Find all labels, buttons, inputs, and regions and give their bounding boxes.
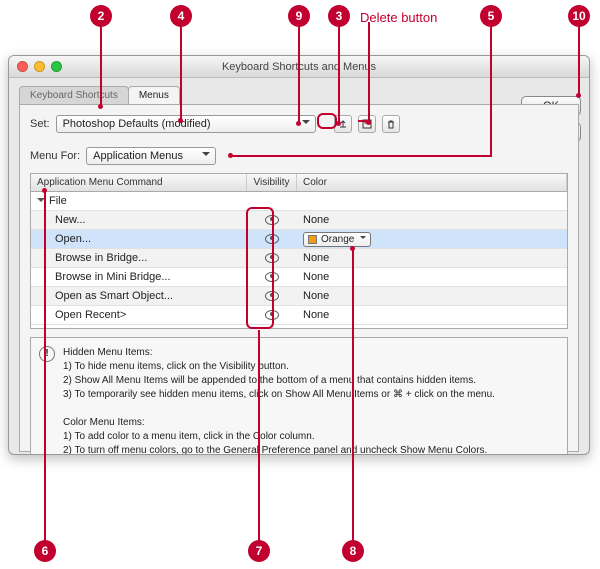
delete-set-icon[interactable] [382, 115, 400, 133]
table-row[interactable]: New... None [31, 211, 567, 230]
leader [490, 27, 492, 155]
cmd-label: Open Recent> [31, 309, 247, 321]
color-cell[interactable]: None [297, 252, 567, 264]
leader [578, 27, 580, 95]
highlight-visibility-column [246, 207, 274, 329]
color-cell[interactable]: None [297, 290, 567, 302]
menu-for-popup[interactable]: Application Menus [86, 147, 216, 165]
set-label: Set: [30, 118, 50, 130]
callout-5: 5 [480, 5, 502, 27]
tab-menus[interactable]: Menus [128, 86, 180, 104]
callout-7: 7 [248, 540, 270, 562]
color-value: Orange [321, 234, 354, 245]
leader-dot [178, 118, 183, 123]
table-header: Application Menu Command Visibility Colo… [31, 174, 567, 192]
leader-dot [42, 188, 47, 193]
leader [44, 190, 46, 542]
table-row[interactable]: Open as Smart Object... None [31, 287, 567, 306]
callout-8: 8 [342, 540, 364, 562]
leader [338, 27, 340, 123]
menu-for-label: Menu For: [30, 150, 80, 162]
info-icon: ! [39, 346, 55, 362]
set-value: Photoshop Defaults (modified) [63, 118, 211, 130]
leader-dot [576, 93, 581, 98]
group-file: File [49, 195, 67, 207]
leader [180, 27, 182, 120]
callout-2: 2 [90, 5, 112, 27]
leader [352, 248, 354, 542]
leader-dot [98, 104, 103, 109]
color-cell[interactable]: None [297, 309, 567, 321]
leader [258, 330, 260, 542]
leader-dot [366, 120, 371, 125]
callout-10: 10 [568, 5, 590, 27]
leader [100, 27, 102, 106]
callout-delete-label: Delete button [360, 10, 437, 25]
table-row[interactable]: Open Recent> None [31, 306, 567, 325]
leader-dot [228, 153, 233, 158]
color-cell[interactable]: None [297, 214, 567, 226]
table-row[interactable]: Open... Orange [31, 230, 567, 249]
color-cell[interactable]: None [297, 271, 567, 283]
col-color[interactable]: Color [297, 174, 567, 191]
callout-6: 6 [34, 540, 56, 562]
table-body: File New... None Open... Orange [31, 192, 567, 328]
table-row[interactable]: Browse in Mini Bridge... None [31, 268, 567, 287]
help-line: 3) To temporarily see hidden menu items,… [63, 388, 495, 402]
minimize-window-icon[interactable] [34, 61, 45, 72]
set-popup[interactable]: Photoshop Defaults (modified) [56, 115, 316, 133]
help-box: ! Hidden Menu Items: 1) To hide menu ite… [30, 337, 568, 455]
help-color-title: Color Menu Items: [63, 416, 495, 430]
tab-strip: Keyboard Shortcuts Menus [19, 86, 589, 104]
leader-dot [296, 121, 301, 126]
leader-dot [350, 246, 355, 251]
cmd-label: Browse in Bridge... [31, 252, 247, 264]
color-popup[interactable]: Orange [303, 232, 371, 247]
leader [298, 27, 300, 123]
menu-table: Application Menu Command Visibility Colo… [30, 173, 568, 329]
help-line: 2) To turn off menu colors, go to the Ge… [63, 444, 495, 455]
help-line: 1) To hide menu items, click on the Visi… [63, 360, 495, 374]
col-visibility[interactable]: Visibility [247, 174, 297, 191]
callout-4: 4 [170, 5, 192, 27]
cmd-label: Open... [31, 233, 247, 245]
help-text: Hidden Menu Items: 1) To hide menu items… [63, 346, 495, 455]
orange-swatch-icon [308, 235, 317, 244]
menu-for-value: Application Menus [93, 150, 183, 162]
callout-9: 9 [288, 5, 310, 27]
table-row[interactable]: Browse in Bridge... None [31, 249, 567, 268]
traffic-lights [17, 61, 62, 72]
cmd-label: Browse in Mini Bridge... [31, 271, 247, 283]
cmd-label: Open as Smart Object... [31, 290, 247, 302]
help-line: 2) Show All Menu Items will be appended … [63, 374, 495, 388]
help-hidden-title: Hidden Menu Items: [63, 346, 495, 360]
leader [368, 22, 370, 122]
col-command[interactable]: Application Menu Command [31, 174, 247, 191]
zoom-window-icon[interactable] [51, 61, 62, 72]
help-line: 1) To add color to a menu item, click in… [63, 430, 495, 444]
table-row[interactable]: File [31, 192, 567, 211]
leader [230, 155, 492, 157]
cmd-label: New... [31, 214, 247, 226]
tab-keyboard-shortcuts[interactable]: Keyboard Shortcuts [19, 86, 129, 104]
callout-3: 3 [328, 5, 350, 27]
highlight-set-icon [317, 113, 337, 129]
close-window-icon[interactable] [17, 61, 28, 72]
